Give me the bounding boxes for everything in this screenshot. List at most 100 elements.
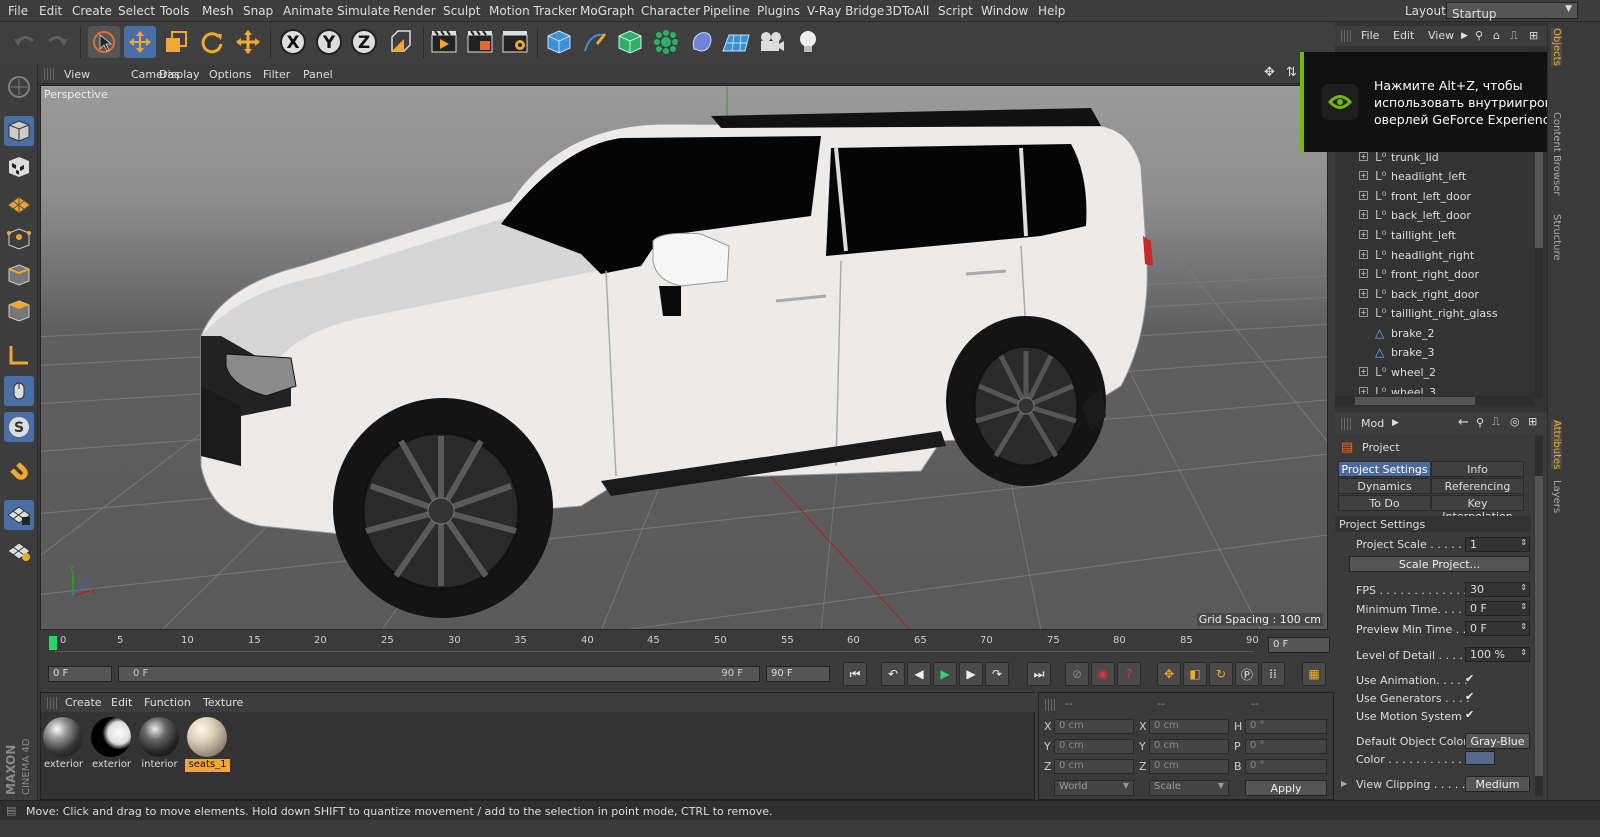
view-clipping-dropdown[interactable]: Medium — [1465, 776, 1530, 792]
object-row[interactable]: + L⁰ back_left_door — [1335, 206, 1531, 225]
menu-sculpt[interactable]: Sculpt — [443, 4, 480, 18]
previous-frame-icon[interactable]: ◀ — [907, 662, 931, 686]
expand-arrow-icon[interactable]: ▶ — [1341, 779, 1347, 788]
menu-character[interactable]: Character — [641, 4, 700, 18]
expand-icon[interactable]: + — [1359, 191, 1368, 200]
rotation-p-field[interactable]: 0 ° — [1245, 739, 1327, 754]
edges-mode-icon[interactable] — [4, 260, 34, 290]
new-view-icon[interactable]: ⊞ — [1529, 29, 1538, 42]
rotate-tool-icon[interactable] — [196, 26, 228, 58]
bookmark-icon[interactable]: ⎍ — [1510, 29, 1518, 43]
go-to-start-icon[interactable]: ⏮ — [843, 662, 867, 686]
expand-icon[interactable]: + — [1359, 367, 1368, 376]
key-point-level-icon[interactable]: ⁞⁞ — [1261, 662, 1285, 686]
size-y-field[interactable]: 0 cm — [1149, 739, 1229, 754]
move-tool-icon[interactable] — [124, 26, 156, 58]
tab-dynamics[interactable]: Dynamics — [1338, 478, 1431, 494]
target-icon[interactable]: ◎ — [1510, 415, 1520, 428]
expand-icon[interactable]: + — [1359, 387, 1368, 394]
menu-help[interactable]: Help — [1038, 4, 1065, 18]
end-frame-field[interactable]: 90 F — [766, 666, 830, 682]
object-row[interactable]: + L⁰ wheel_2 — [1335, 363, 1531, 382]
object-row[interactable]: + L⁰ headlight_right — [1335, 246, 1531, 265]
vp-menu-filter[interactable]: Filter — [263, 68, 290, 81]
locked-workplane-icon[interactable] — [4, 500, 34, 530]
menu-animate[interactable]: Animate — [283, 4, 333, 18]
mat-menu-edit[interactable]: Edit — [111, 696, 132, 709]
move-view-icon[interactable]: ✥ — [1264, 65, 1275, 80]
tab-to-do[interactable]: To Do — [1338, 495, 1431, 511]
expand-icon[interactable]: + — [1359, 308, 1368, 317]
timeline-window-icon[interactable]: ▦ — [1302, 662, 1326, 686]
spline-pen-icon[interactable] — [579, 26, 611, 58]
polygons-mode-icon[interactable] — [4, 296, 34, 326]
menu-render[interactable]: Render — [393, 4, 436, 18]
expand-icon[interactable]: + — [1359, 269, 1368, 278]
key-position-icon[interactable]: ✥ — [1157, 662, 1181, 686]
x-axis-lock-icon[interactable]: X — [277, 26, 309, 58]
previous-key-icon[interactable]: ↶ — [881, 662, 905, 686]
timeline-playhead[interactable] — [49, 636, 57, 650]
y-axis-lock-icon[interactable]: Y — [313, 26, 345, 58]
search-icon[interactable]: ⚲ — [1475, 29, 1483, 42]
key-rotation-icon[interactable]: ↻ — [1209, 662, 1233, 686]
tweak-mode-icon[interactable] — [4, 376, 34, 406]
rotation-h-field[interactable]: 0 ° — [1245, 719, 1327, 734]
light-icon[interactable] — [792, 26, 824, 58]
size-z-field[interactable]: 0 cm — [1149, 759, 1229, 774]
lock-icon[interactable]: ⎍ — [1492, 415, 1500, 429]
object-row[interactable]: + L⁰ taillight_left — [1335, 226, 1531, 245]
render-view-icon[interactable] — [428, 26, 460, 58]
key-parameter-icon[interactable]: Ⓟ — [1235, 662, 1259, 686]
menu-motion-tracker[interactable]: Motion Tracker — [489, 4, 577, 18]
color-swatch[interactable] — [1465, 751, 1495, 765]
home-icon[interactable]: ⌂ — [1493, 29, 1500, 42]
tab-attributes[interactable]: Attributes — [1551, 420, 1562, 470]
stepper-icon[interactable]: ⇕ — [1520, 648, 1527, 657]
tab-structure[interactable]: Structure — [1551, 214, 1562, 261]
render-settings-icon[interactable] — [499, 26, 531, 58]
object-row[interactable]: + L⁰ headlight_left — [1335, 167, 1531, 186]
menu-pipeline[interactable]: Pipeline — [703, 4, 750, 18]
layout-dropdown[interactable]: Startup ▼ — [1446, 2, 1578, 21]
new-view-icon[interactable]: ⊞ — [1528, 415, 1537, 428]
menu-mesh[interactable]: Mesh — [202, 4, 234, 18]
menu-plugins[interactable]: Plugins — [757, 4, 800, 18]
position-z-field[interactable]: 0 cm — [1054, 759, 1134, 774]
search-icon[interactable]: ⚲ — [1476, 416, 1484, 429]
keyframe-selection-icon[interactable]: ? — [1117, 662, 1141, 686]
menu-edit[interactable]: Edit — [39, 4, 62, 18]
material-swatch[interactable]: exterior — [89, 715, 134, 772]
tab-objects[interactable]: Objects — [1551, 28, 1562, 66]
preview-range-slider[interactable]: 0 F 90 F — [118, 666, 760, 682]
menu-create[interactable]: Create — [72, 4, 112, 18]
vp-menu-panel[interactable]: Panel — [303, 68, 333, 81]
stepper-icon[interactable]: ⇕ — [1520, 538, 1527, 547]
camera-icon[interactable] — [756, 26, 788, 58]
attribute-scrollbar[interactable] — [1535, 436, 1543, 796]
position-x-field[interactable]: 0 cm — [1054, 719, 1134, 734]
tab-key-interpolation[interactable]: Key Interpolation — [1431, 495, 1524, 523]
use-animation-checkbox[interactable]: ✔ — [1465, 672, 1474, 685]
attr-mode-menu[interactable]: Mod — [1361, 417, 1384, 430]
back-arrow-icon[interactable]: ← — [1458, 415, 1469, 430]
material-swatch[interactable]: exterior — [41, 715, 86, 772]
expand-arrow-icon[interactable]: ▶ — [1392, 418, 1399, 428]
vp-menu-display[interactable]: Display — [159, 68, 200, 81]
project-scale-field[interactable]: 1 ⇕ — [1465, 537, 1530, 552]
cube-primitive-icon[interactable] — [543, 26, 575, 58]
points-mode-icon[interactable] — [4, 224, 34, 254]
material-swatch[interactable]: interior — [137, 715, 182, 772]
om-menu-file[interactable]: File — [1361, 29, 1379, 42]
snap-icon[interactable]: S — [4, 412, 34, 442]
material-swatch-selected[interactable]: seats_1 — [185, 715, 230, 772]
object-hscrollbar[interactable] — [1335, 396, 1533, 406]
tab-project-settings[interactable]: Project Settings — [1338, 461, 1431, 477]
om-menu-edit[interactable]: Edit — [1393, 29, 1414, 42]
menu-3dtoall[interactable]: 3DToAll — [885, 4, 929, 18]
cloner-icon[interactable] — [650, 26, 682, 58]
deformer-icon[interactable] — [686, 26, 718, 58]
expand-icon[interactable]: + — [1359, 230, 1368, 239]
next-key-icon[interactable]: ↷ — [985, 662, 1009, 686]
rotation-b-field[interactable]: 0 ° — [1245, 759, 1327, 774]
